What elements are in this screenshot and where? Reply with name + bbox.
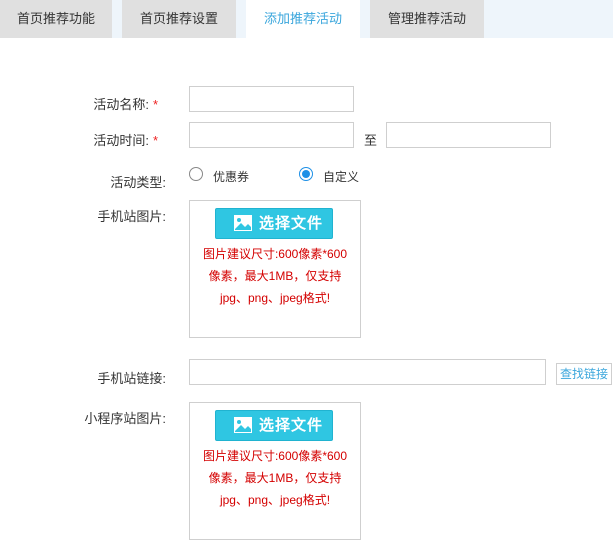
activity-start-time-input[interactable] (189, 122, 354, 148)
activity-time-label: 活动时间: * (8, 130, 158, 149)
required-mark: * (152, 97, 158, 112)
activity-name-label-text: 活动名称: (93, 97, 149, 112)
miniapp-image-label: 小程序站图片: (84, 411, 166, 426)
tab-manage-recommend-activity[interactable]: 管理推荐活动 (370, 0, 484, 38)
time-range-separator: 至 (364, 133, 378, 148)
image-upload-icon (234, 417, 252, 433)
miniapp-image-upload-box: 选择文件 图片建议尺寸:600像素*600 像素，最大1MB，仅支持 jpg、p… (189, 402, 361, 540)
hint-line: 图片建议尺寸:600像素*600 (202, 247, 348, 261)
mobile-image-upload-box: 选择文件 图片建议尺寸:600像素*600 像素，最大1MB，仅支持 jpg、p… (189, 200, 361, 338)
activity-type-label: 活动类型: (110, 175, 166, 190)
find-link-button[interactable]: 查找链接 (556, 363, 613, 385)
mobile-link-label: 手机站链接: (97, 371, 166, 386)
tab-bar: 首页推荐功能 首页推荐设置 添加推荐活动 管理推荐活动 (0, 0, 613, 38)
activity-time-label-text: 活动时间: (93, 133, 149, 148)
required-mark: * (152, 133, 158, 148)
hint-line: 图片建议尺寸:600像素*600 (202, 449, 348, 463)
mobile-image-hint: 图片建议尺寸:600像素*600 像素，最大1MB，仅支持 jpg、png、jp… (196, 243, 354, 309)
radio-custom-icon[interactable] (299, 167, 313, 181)
choose-file-label: 选择文件 (259, 417, 324, 434)
activity-name-label: 活动名称: * (8, 94, 158, 113)
tab-home-recommend-settings[interactable]: 首页推荐设置 (122, 0, 236, 38)
hint-line: jpg、png、jpeg格式! (219, 493, 331, 507)
mobile-choose-file-button[interactable]: 选择文件 (215, 208, 333, 239)
mobile-image-label: 手机站图片: (97, 209, 166, 224)
miniapp-choose-file-button[interactable]: 选择文件 (215, 410, 333, 441)
radio-custom-label[interactable]: 自定义 (323, 168, 359, 185)
radio-coupon-icon[interactable] (189, 167, 203, 181)
choose-file-label: 选择文件 (259, 215, 324, 232)
hint-line: jpg、png、jpeg格式! (219, 291, 331, 305)
activity-name-input[interactable] (189, 86, 354, 112)
hint-line: 像素，最大1MB，仅支持 (208, 269, 342, 283)
activity-end-time-input[interactable] (386, 122, 551, 148)
miniapp-image-hint: 图片建议尺寸:600像素*600 像素，最大1MB，仅支持 jpg、png、jp… (196, 445, 354, 511)
hint-line: 像素，最大1MB，仅支持 (208, 471, 342, 485)
image-upload-icon (234, 215, 252, 231)
mobile-link-input[interactable] (189, 359, 546, 385)
radio-coupon-label[interactable]: 优惠券 (213, 168, 249, 185)
tab-home-recommend-feature[interactable]: 首页推荐功能 (0, 0, 112, 38)
tab-add-recommend-activity[interactable]: 添加推荐活动 (246, 0, 360, 38)
